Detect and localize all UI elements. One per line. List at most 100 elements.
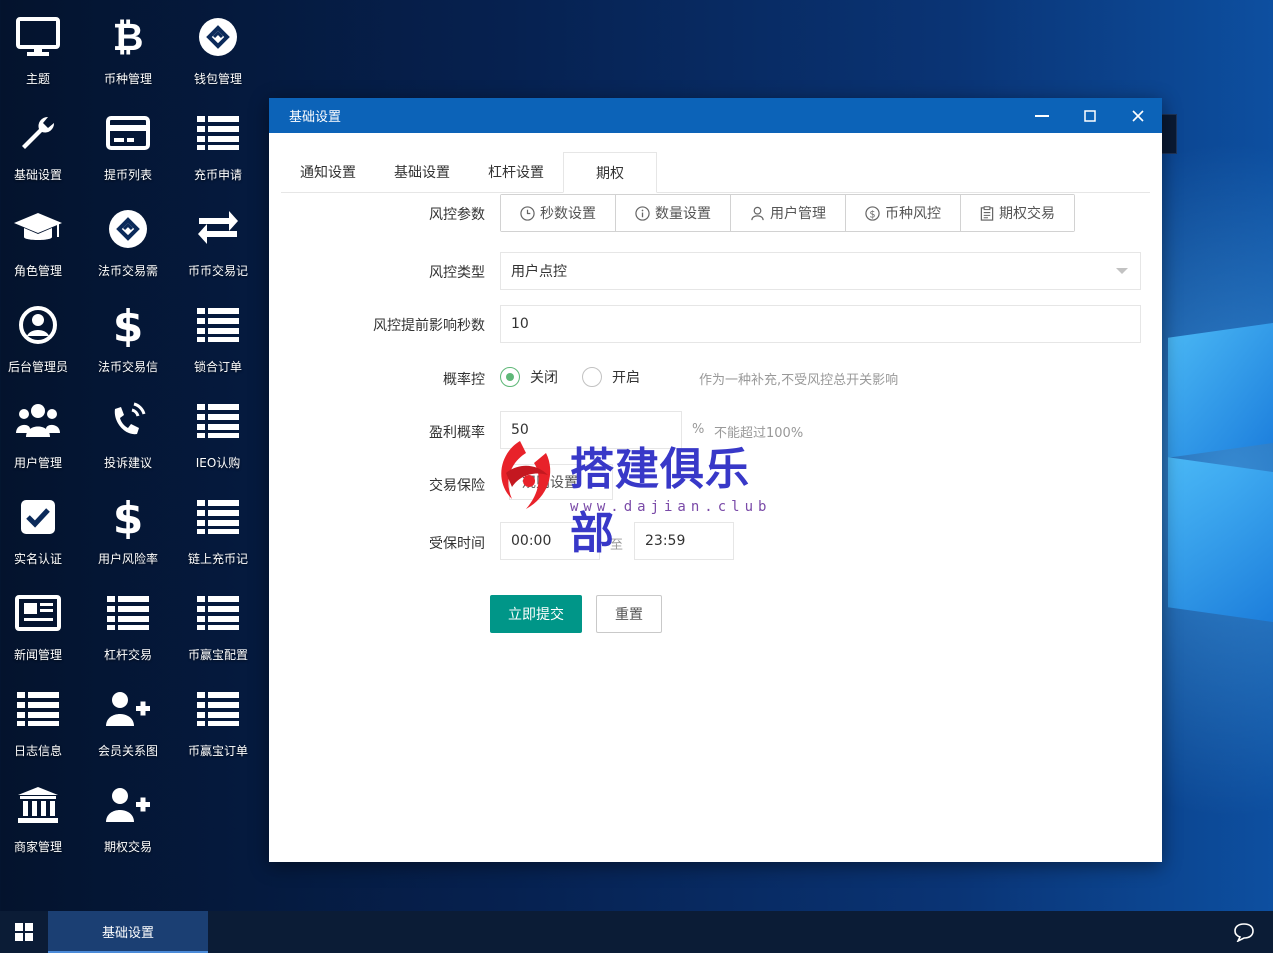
svg-text:$: $ — [870, 209, 876, 220]
currency-risk-button[interactable]: $ 币种风控 — [846, 195, 961, 231]
desktop-icon-3[interactable]: 钱包管理 — [173, 0, 263, 96]
advance-seconds-input[interactable]: 10 — [500, 305, 1141, 343]
desktop-icon-label: 新闻管理 — [13, 648, 62, 662]
svg-text:₿: ₿ — [113, 16, 144, 58]
wallet-logo-icon — [173, 10, 263, 64]
radio-circle — [500, 367, 520, 387]
tab-notification-settings[interactable]: 通知设置 — [281, 152, 375, 192]
risk-type-select[interactable]: 用户点控 — [500, 252, 1141, 290]
rule-settings-label: 规则设置 — [522, 475, 578, 491]
desktop-icon-label: 法币交易需 — [97, 264, 158, 278]
desktop-icon-label: 期权交易 — [103, 840, 152, 854]
profit-probability-input[interactable]: 50 — [500, 411, 682, 449]
desktop-icon-16[interactable]: 实名认证 — [0, 480, 83, 576]
desktop-icon-11[interactable]: $ 法币交易信 — [83, 288, 173, 384]
desktop-icon-26[interactable]: 期权交易 — [83, 768, 173, 864]
reset-button[interactable]: 重置 — [596, 595, 662, 633]
risk-params-label: 风控参数 — [429, 207, 485, 223]
taskbar-item-basic-settings[interactable]: 基础设置 — [48, 911, 208, 953]
options-trading-button[interactable]: 期权交易 — [961, 195, 1074, 231]
minimize-icon — [1035, 114, 1049, 117]
clipboard-icon — [980, 205, 994, 221]
user-icon — [751, 206, 764, 220]
desktop-icon-13[interactable]: 用户管理 — [0, 384, 83, 480]
desktop-icon-22[interactable]: 日志信息 — [0, 672, 83, 768]
desktop-icon-23[interactable]: 会员关系图 — [83, 672, 173, 768]
bank-icon — [0, 778, 83, 832]
desktop-icon-15[interactable]: IEO认购 — [173, 384, 263, 480]
radio-on[interactable]: 开启 — [582, 367, 640, 387]
svg-text:$: $ — [113, 303, 143, 347]
dialog-titlebar[interactable]: 基础设置 — [269, 98, 1162, 133]
desktop-icon-7[interactable]: 角色管理 — [0, 192, 83, 288]
advance-seconds-value: 10 — [511, 316, 529, 332]
list-icon — [173, 682, 263, 736]
desktop-icon-label: 提币列表 — [103, 168, 152, 182]
desktop-icon-4[interactable]: 基础设置 — [0, 96, 83, 192]
desktop-light-pane — [1168, 322, 1273, 458]
desktop-icon-19[interactable]: 新闻管理 — [0, 576, 83, 672]
desktop-icon-label: 用户风险率 — [97, 552, 158, 566]
tab-bar: 通知设置 基础设置 杠杆设置 期权 — [281, 143, 1150, 193]
list-icon — [173, 106, 263, 160]
start-button[interactable] — [0, 911, 48, 953]
desktop-icon-6[interactable]: 充币申请 — [173, 96, 263, 192]
tab-basic-settings[interactable]: 基础设置 — [375, 152, 469, 192]
time-end-value: 23:59 — [645, 533, 686, 549]
bitcoin-icon: ₿ — [83, 10, 173, 64]
info-icon — [635, 205, 650, 221]
desktop-icon-20[interactable]: 杠杆交易 — [83, 576, 173, 672]
seconds-settings-label: 秒数设置 — [540, 206, 596, 222]
desktop-icon-label: 实名认证 — [13, 552, 62, 566]
maximize-button[interactable] — [1066, 98, 1114, 133]
desktop-icon-21[interactable]: 币赢宝配置 — [173, 576, 263, 672]
desktop-icon-label: 法币交易信 — [97, 360, 158, 374]
desktop-icon-14[interactable]: 投诉建议 — [83, 384, 173, 480]
time-end-input[interactable]: 23:59 — [634, 522, 734, 560]
user-management-button[interactable]: 用户管理 — [731, 195, 846, 231]
time-start-input[interactable]: 00:00 — [500, 522, 600, 560]
desktop-icon-9[interactable]: 币币交易记 — [173, 192, 263, 288]
quantity-settings-button[interactable]: 数量设置 — [616, 195, 731, 231]
settings-dialog: 基础设置 通知设置 基础设置 杠杆设置 期权 风控参数 秒数设置 数量设置 用户… — [269, 98, 1162, 862]
time-range-separator: 至 — [610, 538, 624, 553]
desktop-icon-18[interactable]: 链上充币记 — [173, 480, 263, 576]
message-icon — [1234, 923, 1254, 943]
graduation-cap-icon — [0, 202, 83, 256]
desktop-icon-5[interactable]: 提币列表 — [83, 96, 173, 192]
close-button[interactable] — [1114, 98, 1162, 133]
submit-button[interactable]: 立即提交 — [490, 595, 582, 633]
currency-risk-label: 币种风控 — [885, 206, 941, 222]
desktop-icon-2[interactable]: ₿ 币种管理 — [83, 0, 173, 96]
advance-seconds-label: 风控提前影响秒数 — [373, 318, 485, 334]
tab-options[interactable]: 期权 — [563, 152, 657, 193]
wrench-icon — [0, 106, 83, 160]
desktop-icon-1[interactable]: 主题 — [0, 0, 83, 96]
desktop-icon-label: 基础设置 — [13, 168, 62, 182]
radio-off[interactable]: 关闭 — [500, 367, 558, 387]
notification-button[interactable] — [1233, 922, 1255, 946]
phone-volume-icon — [83, 394, 173, 448]
desktop-icon-17[interactable]: $ 用户风险率 — [83, 480, 173, 576]
chevron-down-icon — [1116, 268, 1128, 274]
desktop-icon-10[interactable]: 后台管理员 — [0, 288, 83, 384]
desktop-icon-24[interactable]: 币赢宝订单 — [173, 672, 263, 768]
close-icon — [1132, 109, 1144, 122]
swap-arrows-icon — [173, 202, 263, 256]
desktop-icon-label: 日志信息 — [13, 744, 62, 758]
monitor-icon — [0, 10, 83, 64]
seconds-settings-button[interactable]: 秒数设置 — [501, 195, 616, 231]
taskbar: 基础设置 — [0, 911, 1273, 953]
trade-insurance-label: 交易保险 — [429, 478, 485, 494]
desktop-icon-12[interactable]: 锁合订单 — [173, 288, 263, 384]
desktop-icon-label: 杠杆交易 — [103, 648, 152, 662]
tab-leverage-settings[interactable]: 杠杆设置 — [469, 152, 563, 192]
desktop-icon-25[interactable]: 商家管理 — [0, 768, 83, 864]
profit-hint: 不能超过100% — [714, 426, 804, 441]
minimize-button[interactable] — [1018, 98, 1066, 133]
radio-on-label: 开启 — [612, 370, 640, 386]
rule-settings-button[interactable]: 规则设置 — [509, 464, 613, 500]
desktop-icon-label: 币赢宝配置 — [187, 648, 248, 662]
desktop-icon-8[interactable]: 法币交易需 — [83, 192, 173, 288]
newspaper-icon — [0, 586, 83, 640]
